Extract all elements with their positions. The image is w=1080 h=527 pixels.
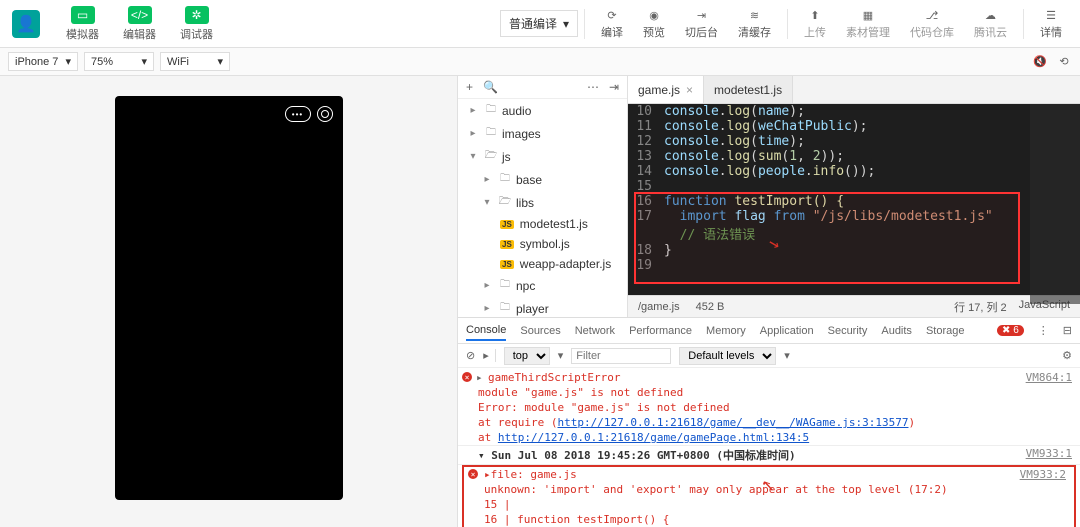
tab-storage[interactable]: Storage xyxy=(926,325,965,337)
error-link[interactable]: http://127.0.0.1:21618/game/gamePage.htm… xyxy=(498,431,809,444)
tab-application[interactable]: Application xyxy=(760,325,814,337)
folder-js[interactable]: ▾🗁js xyxy=(458,145,627,168)
error-count-badge[interactable]: ✖ 6 xyxy=(997,325,1024,336)
editor-status-bar: /game.js 452 B 行 17, 列 2 JavaScript xyxy=(628,295,1080,317)
clear-console-icon[interactable]: ⊘ xyxy=(466,349,475,362)
file-weapp[interactable]: JSweapp-adapter.js xyxy=(458,254,627,274)
network-select[interactable]: WiFi▾ xyxy=(160,52,230,71)
error-icon: × xyxy=(462,372,472,382)
app-logo: 👤 xyxy=(12,10,40,38)
folder-npc[interactable]: ▸🗀npc xyxy=(458,274,627,297)
folder-images[interactable]: ▸🗀images xyxy=(458,122,627,145)
repo-button[interactable]: ⎇代码仓库 xyxy=(900,6,964,42)
status-size: 452 B xyxy=(696,301,725,313)
file-modetest[interactable]: JSmodetest1.js xyxy=(458,214,627,234)
error-link[interactable]: http://127.0.0.1:21618/game/__dev__/WAGa… xyxy=(557,416,908,429)
folder-audio[interactable]: ▸🗀audio xyxy=(458,99,627,122)
compile-button[interactable]: ⟳编译 xyxy=(591,6,633,42)
capsule-menu[interactable]: ••• xyxy=(285,106,311,122)
material-button[interactable]: ▦素材管理 xyxy=(836,6,900,42)
mute-icon[interactable]: 🔇 xyxy=(1032,54,1048,70)
status-pos: 行 17, 列 2 xyxy=(954,299,1007,315)
preview-button[interactable]: ◉预览 xyxy=(633,6,675,42)
console-settings-icon[interactable]: ⚙ xyxy=(1062,349,1072,362)
error-icon: × xyxy=(468,469,478,479)
more-icon[interactable]: ⋯ xyxy=(587,80,599,94)
detail-button[interactable]: ☰详情 xyxy=(1030,6,1072,42)
minimap[interactable] xyxy=(1030,104,1080,304)
debugger-button[interactable]: ✲调试器 xyxy=(170,4,223,44)
tab-modetest[interactable]: modetest1.js xyxy=(704,76,793,103)
editor-tabs: game.js× modetest1.js xyxy=(628,76,1080,104)
folder-libs[interactable]: ▾🗁libs xyxy=(458,191,627,214)
add-file-icon[interactable]: + xyxy=(466,80,473,94)
search-icon[interactable]: 🔍 xyxy=(483,80,498,94)
upload-button[interactable]: ⬆上传 xyxy=(794,6,836,42)
phone-frame: ••• xyxy=(115,96,343,500)
console-more-icon[interactable]: ⋮ xyxy=(1038,324,1049,337)
console-filter-bar: ⊘ ▸ top ▾ Default levels ▾ ⚙ xyxy=(458,344,1080,368)
zoom-select[interactable]: 75%▾ xyxy=(84,52,154,71)
tab-network[interactable]: Network xyxy=(575,325,615,337)
tab-memory[interactable]: Memory xyxy=(706,325,746,337)
collapse-icon[interactable]: ⇥ xyxy=(609,80,619,94)
clear-cache-button[interactable]: ≋清缓存 xyxy=(728,6,781,42)
code-content[interactable]: 10console.log(name); 11console.log(weCha… xyxy=(628,104,1080,295)
device-select[interactable]: iPhone 7▾ xyxy=(8,52,78,71)
close-tab-icon[interactable]: × xyxy=(686,83,693,97)
tab-game-js[interactable]: game.js× xyxy=(628,76,704,103)
tab-console[interactable]: Console xyxy=(466,324,506,341)
simulator-bar: iPhone 7▾ 75%▾ WiFi▾ 🔇 ⟲ xyxy=(0,48,1080,76)
main-toolbar: 👤 ▭模拟器 </>编辑器 ✲调试器 普通编译▾ ⟳编译 ◉预览 ⇥切后台 ≋清… xyxy=(0,0,1080,48)
rotate-icon[interactable]: ⟲ xyxy=(1056,54,1072,70)
devtools-console: Console Sources Network Performance Memo… xyxy=(458,317,1080,527)
code-editor: game.js× modetest1.js 10console.log(name… xyxy=(628,76,1080,317)
capsule-close[interactable] xyxy=(317,106,333,122)
compile-mode-select[interactable]: 普通编译▾ xyxy=(500,10,578,37)
status-file: /game.js xyxy=(638,301,680,313)
tab-sources[interactable]: Sources xyxy=(520,325,560,337)
simulator-panel: ••• xyxy=(0,76,458,527)
tab-security[interactable]: Security xyxy=(828,325,868,337)
console-output[interactable]: ×gameThirdScriptErrorVM864:1 module "gam… xyxy=(458,368,1080,527)
folder-player[interactable]: ▸🗀player xyxy=(458,297,627,317)
tencent-button[interactable]: ☁腾讯云 xyxy=(964,6,1017,42)
error-block-highlight: ×▸file: game.jsVM933:2 unknown: 'import'… xyxy=(462,465,1076,527)
folder-base[interactable]: ▸🗀base xyxy=(458,168,627,191)
file-explorer: + 🔍 ⋯ ⇥ ▸🗀audio ▸🗀images ▾🗁js ▸🗀base ▾🗁libs… xyxy=(458,76,628,317)
levels-select[interactable]: Default levels xyxy=(679,347,776,365)
scope-select[interactable]: top xyxy=(504,347,550,365)
console-dock-icon[interactable]: ⊟ xyxy=(1063,324,1072,337)
file-symbol[interactable]: JSsymbol.js xyxy=(458,234,627,254)
console-tabs: Console Sources Network Performance Memo… xyxy=(458,318,1080,344)
filter-input[interactable] xyxy=(571,348,671,364)
tab-audits[interactable]: Audits xyxy=(881,325,912,337)
editor-button[interactable]: </>编辑器 xyxy=(113,4,166,44)
background-button[interactable]: ⇥切后台 xyxy=(675,6,728,42)
tab-performance[interactable]: Performance xyxy=(629,325,692,337)
simulator-button[interactable]: ▭模拟器 xyxy=(56,4,109,44)
